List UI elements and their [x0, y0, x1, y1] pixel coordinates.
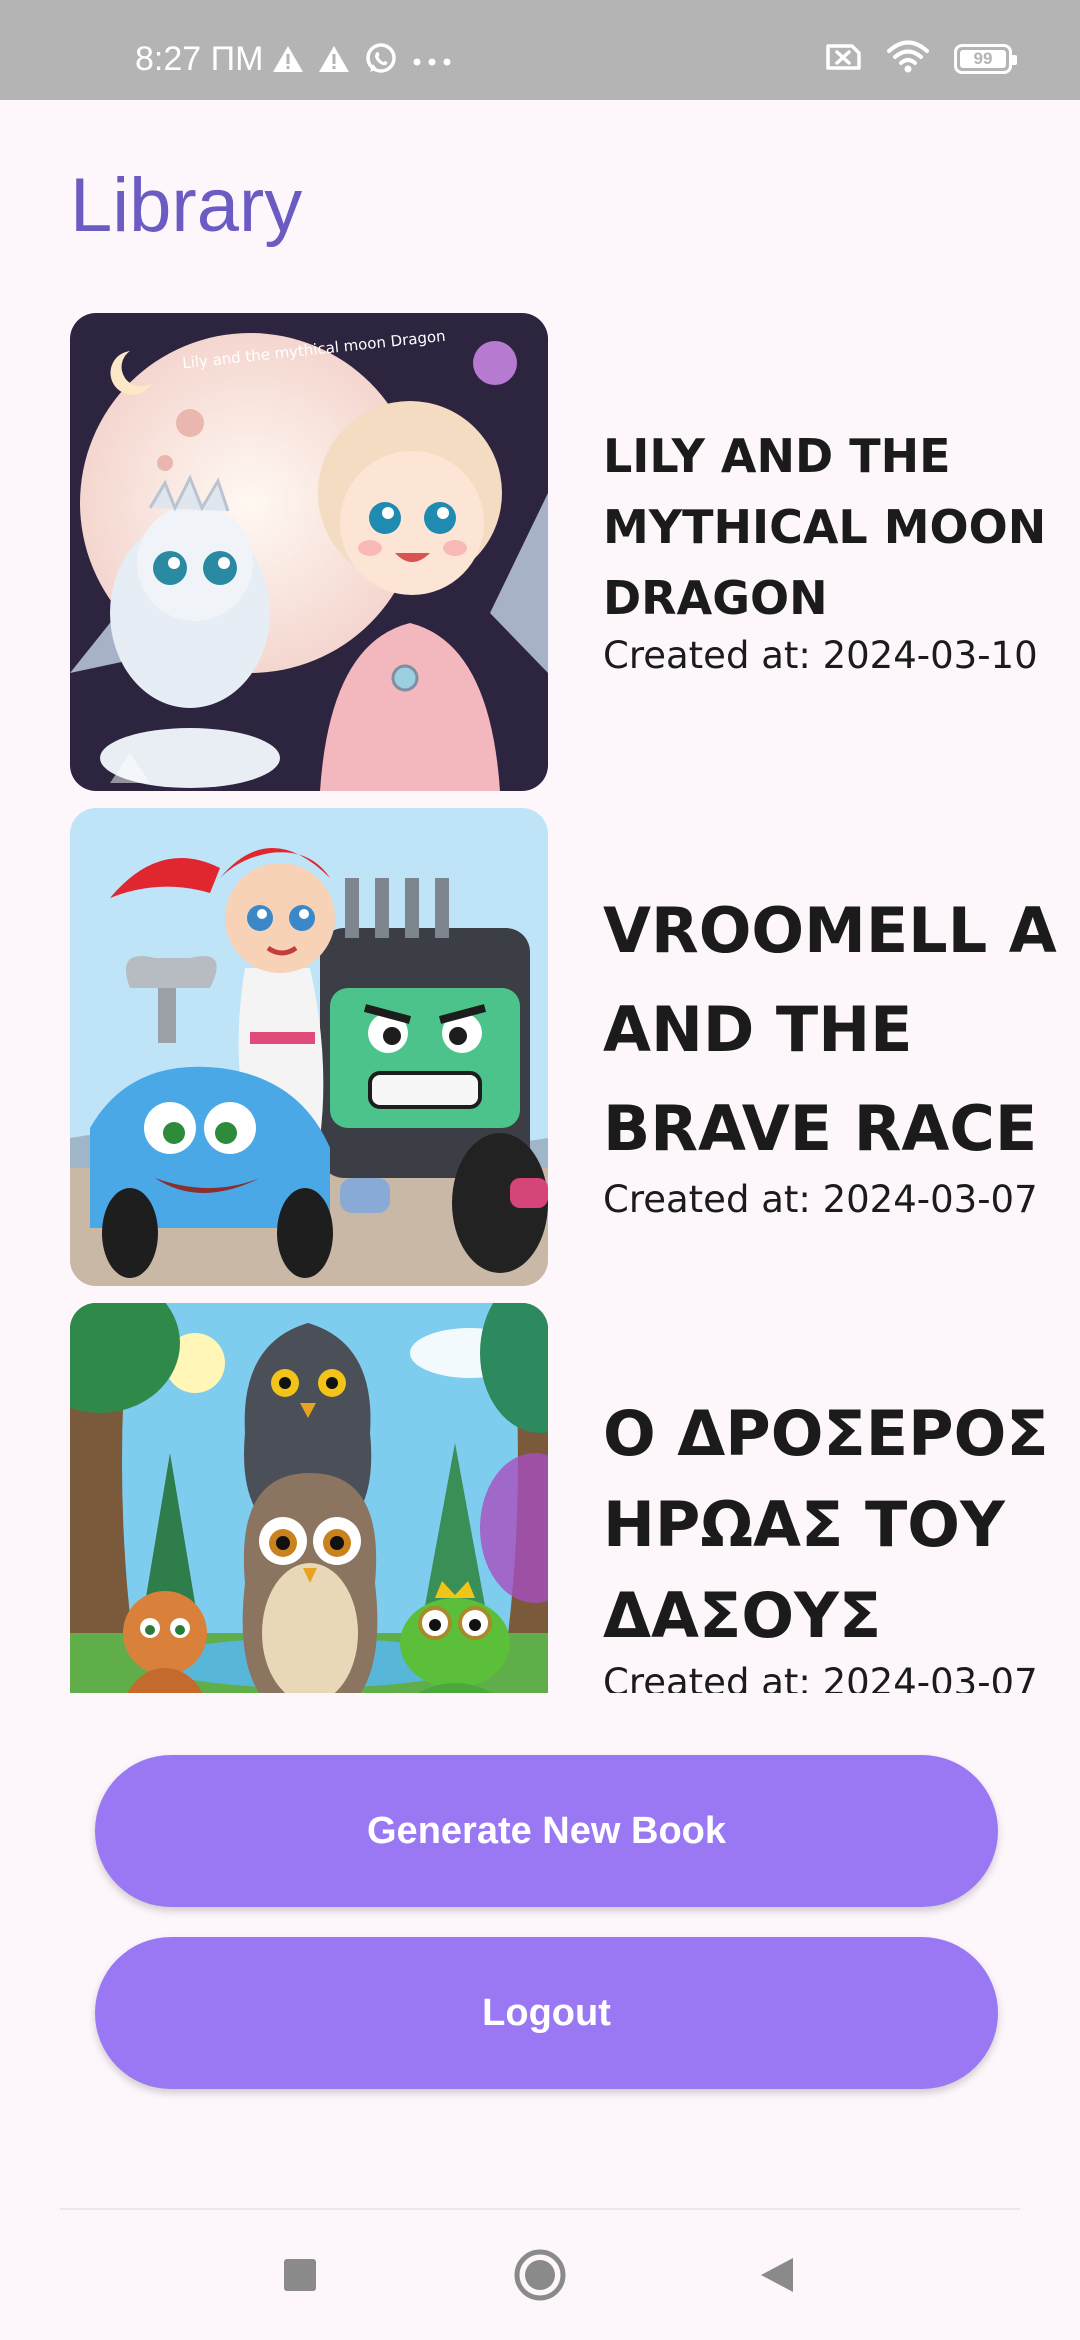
cover-illustration-lily: Lily and the mythical moon Dragon	[70, 313, 548, 791]
sim-off-icon	[824, 42, 862, 76]
book-text: LILY AND THE MYTHICAL MOON DRAGON Create…	[603, 421, 1080, 678]
status-icons-left	[272, 42, 452, 80]
book-cover-image[interactable]	[70, 1303, 548, 1693]
status-bar: 8:27 ΠΜ 99	[0, 0, 1080, 100]
battery-level: 99	[973, 49, 993, 68]
more-dots-icon	[412, 52, 452, 71]
warning-icon	[318, 44, 350, 78]
home-circle-icon[interactable]	[505, 2240, 575, 2310]
book-title: Ο ΔΡΟΣΕΡΟΣ ΗΡΩΑΣ ΤΟΥ ΔΑΣΟΥΣ	[603, 1397, 1049, 1652]
whatsapp-icon	[364, 42, 398, 80]
book-text: VROOMELL A AND THE BRAVE RACE Created at…	[603, 881, 1080, 1222]
warning-icon	[272, 44, 304, 78]
book-item[interactable]: Lily and the mythical moon Dragon LILY A…	[70, 313, 1070, 793]
generate-new-book-button[interactable]: Generate New Book	[95, 1755, 998, 1907]
back-triangle-icon[interactable]	[742, 2240, 812, 2310]
book-cover-image[interactable]: Lily and the mythical moon Dragon	[70, 313, 548, 791]
book-item[interactable]: VROOMELL A AND THE BRAVE RACE Created at…	[70, 808, 1070, 1288]
system-nav-bar	[0, 2210, 1080, 2340]
page-title: Library	[70, 163, 303, 248]
library-screen: 8:27 ΠΜ 99 Library Lily and the mythical…	[0, 0, 1080, 2340]
battery-icon: 99	[954, 44, 1017, 74]
book-title: VROOMELL A AND THE BRAVE RACE	[603, 894, 1057, 1165]
book-created-date: Created at: 2024-03-07	[603, 1661, 1038, 1693]
book-created-date: Created at: 2024-03-07	[603, 1178, 1038, 1221]
battery-tip	[1012, 55, 1017, 65]
book-item[interactable]: Ο ΔΡΟΣΕΡΟΣ ΗΡΩΑΣ ΤΟΥ ΔΑΣΟΥΣ Created at: …	[70, 1303, 1070, 1693]
logout-button[interactable]: Logout	[95, 1937, 998, 2089]
recents-square-icon[interactable]	[265, 2240, 335, 2310]
wifi-icon	[886, 40, 930, 78]
book-text: Ο ΔΡΟΣΕΡΟΣ ΗΡΩΑΣ ΤΟΥ ΔΑΣΟΥΣ Created at: …	[603, 1388, 1080, 1693]
cover-illustration-vroomella	[70, 808, 548, 1286]
cover-illustration-forest	[70, 1303, 548, 1693]
status-time: 8:27 ΠΜ	[135, 40, 264, 78]
status-icons-right: 99	[824, 40, 1017, 78]
book-created-date: Created at: 2024-03-10	[603, 634, 1038, 677]
book-cover-image[interactable]	[70, 808, 548, 1286]
book-list[interactable]: Lily and the mythical moon Dragon LILY A…	[0, 313, 1080, 1693]
book-title: LILY AND THE MYTHICAL MOON DRAGON	[603, 429, 1047, 625]
